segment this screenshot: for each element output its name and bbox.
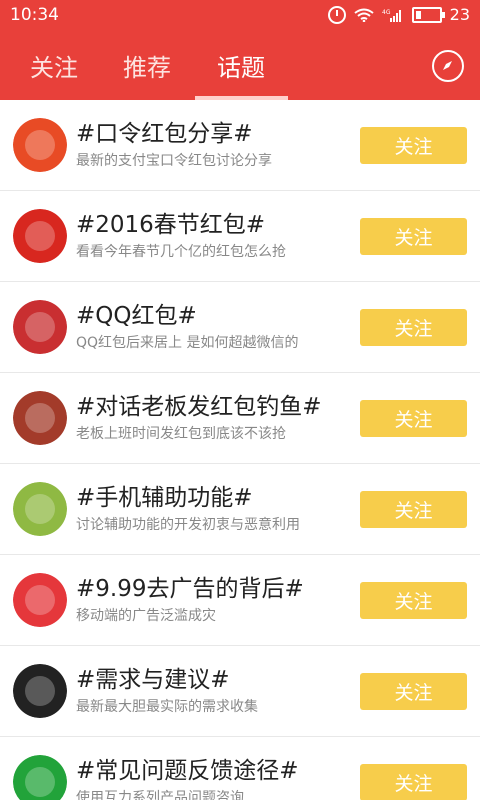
topic-row[interactable]: #对话老板发红包钓鱼# 老板上班时间发红包到底该不该抢 关注 [0, 373, 480, 464]
topic-description: 移动端的广告泛滥成灾 [76, 608, 216, 624]
follow-button[interactable]: 关注 [360, 309, 467, 346]
grab-icon [13, 573, 67, 627]
topic-title: #2016春节红包# [76, 212, 266, 238]
tab-follow[interactable]: 关注 [30, 48, 78, 83]
topic-row[interactable]: #口令红包分享# 最新的支付宝口令红包讨论分享 关注 [0, 100, 480, 191]
topic-row[interactable]: #9.99去广告的背后# 移动端的广告泛滥成灾 关注 [0, 555, 480, 646]
svg-text:4G: 4G [382, 9, 391, 16]
fishing-photo-icon [13, 391, 67, 445]
topic-description: 老板上班时间发红包到底该不该抢 [76, 426, 286, 442]
follow-button[interactable]: 关注 [360, 673, 467, 710]
person-photo-icon [13, 664, 67, 718]
battery-icon [411, 6, 445, 23]
compass-button[interactable] [432, 50, 464, 82]
follow-button[interactable]: 关注 [360, 218, 467, 255]
tab-topics[interactable]: 话题 [217, 48, 265, 83]
tab-bar: 关注 推荐 话题 [0, 30, 480, 100]
battery-fill [415, 10, 421, 19]
status-bar: 10:34 4G 23 [0, 0, 480, 30]
follow-button[interactable]: 关注 [360, 582, 467, 619]
monkey-icon [13, 209, 67, 263]
topic-title: #对话老板发红包钓鱼# [76, 394, 322, 420]
topic-description: 使用互力系列产品问题咨询 [76, 790, 244, 800]
topic-row[interactable]: #常见问题反馈途径# 使用互力系列产品问题咨询 关注 [0, 737, 480, 800]
topic-description: 最新的支付宝口令红包讨论分享 [76, 153, 272, 169]
follow-button[interactable]: 关注 [360, 400, 467, 437]
status-time: 10:34 [10, 5, 59, 25]
follow-button[interactable]: 关注 [360, 491, 467, 528]
battery-percent: 23 [449, 5, 470, 24]
topic-description: QQ红包后来居上 是如何超越微信的 [76, 335, 299, 351]
signal-icon: 4G [382, 9, 401, 22]
topic-title: #手机辅助功能# [76, 485, 253, 511]
question-icon [13, 755, 67, 800]
topic-title: #口令红包分享# [76, 121, 253, 147]
compass-icon [443, 61, 452, 70]
topic-title: #需求与建议# [76, 667, 230, 693]
status-icons: 4G 23 [327, 5, 470, 24]
follow-button[interactable]: 关注 [360, 127, 467, 164]
topic-title: #9.99去广告的背后# [76, 576, 304, 602]
topic-description: 看看今年春节几个亿的红包怎么抢 [76, 244, 286, 260]
topic-title: #常见问题反馈途径# [76, 758, 299, 784]
topic-list: #口令红包分享# 最新的支付宝口令红包讨论分享 关注 #2016春节红包# 看看今年春节… [0, 100, 480, 800]
tab-recommend[interactable]: 推荐 [123, 48, 171, 83]
topic-row[interactable]: #手机辅助功能# 讨论辅助功能的开发初衷与恶意利用 关注 [0, 464, 480, 555]
qq-red-packet-icon [13, 300, 67, 354]
topic-row[interactable]: #QQ红包# QQ红包后来居上 是如何超越微信的 关注 [0, 282, 480, 373]
topic-title: #QQ红包# [76, 303, 197, 329]
topic-description: 讨论辅助功能的开发初衷与恶意利用 [76, 517, 300, 533]
android-icon [13, 482, 67, 536]
topic-row[interactable]: #2016春节红包# 看看今年春节几个亿的红包怎么抢 关注 [0, 191, 480, 282]
topic-row[interactable]: #需求与建议# 最新最大胆最实际的需求收集 关注 [0, 646, 480, 737]
topic-description: 最新最大胆最实际的需求收集 [76, 699, 258, 715]
koulingicon [13, 118, 67, 172]
wifi-icon [354, 8, 374, 22]
follow-button[interactable]: 关注 [360, 764, 467, 800]
alarm-icon [327, 5, 346, 24]
